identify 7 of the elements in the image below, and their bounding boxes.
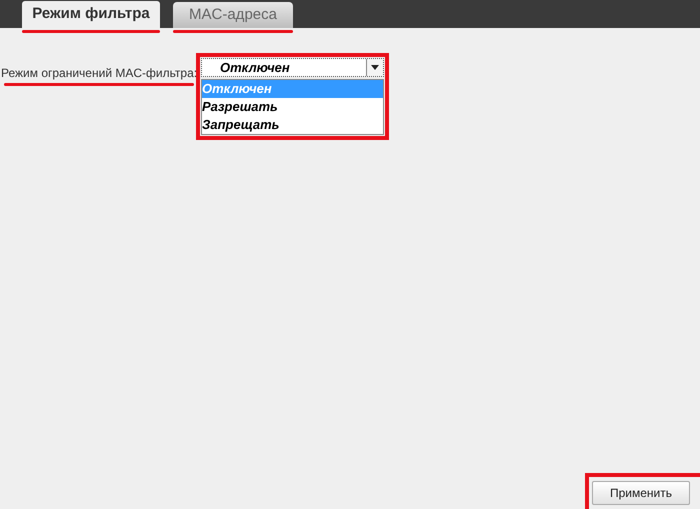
dropdown[interactable]: Отключен bbox=[201, 58, 384, 77]
tab[interactable]: MAC-адреса bbox=[173, 2, 293, 28]
apply-button[interactable]: Применить bbox=[592, 481, 690, 505]
caret-icon bbox=[371, 65, 379, 70]
tab[interactable]: Режим фильтра bbox=[22, 1, 160, 28]
dropdown-option[interactable]: Запрещать bbox=[202, 116, 383, 134]
dropdown-option[interactable]: Разрешать bbox=[202, 98, 383, 116]
